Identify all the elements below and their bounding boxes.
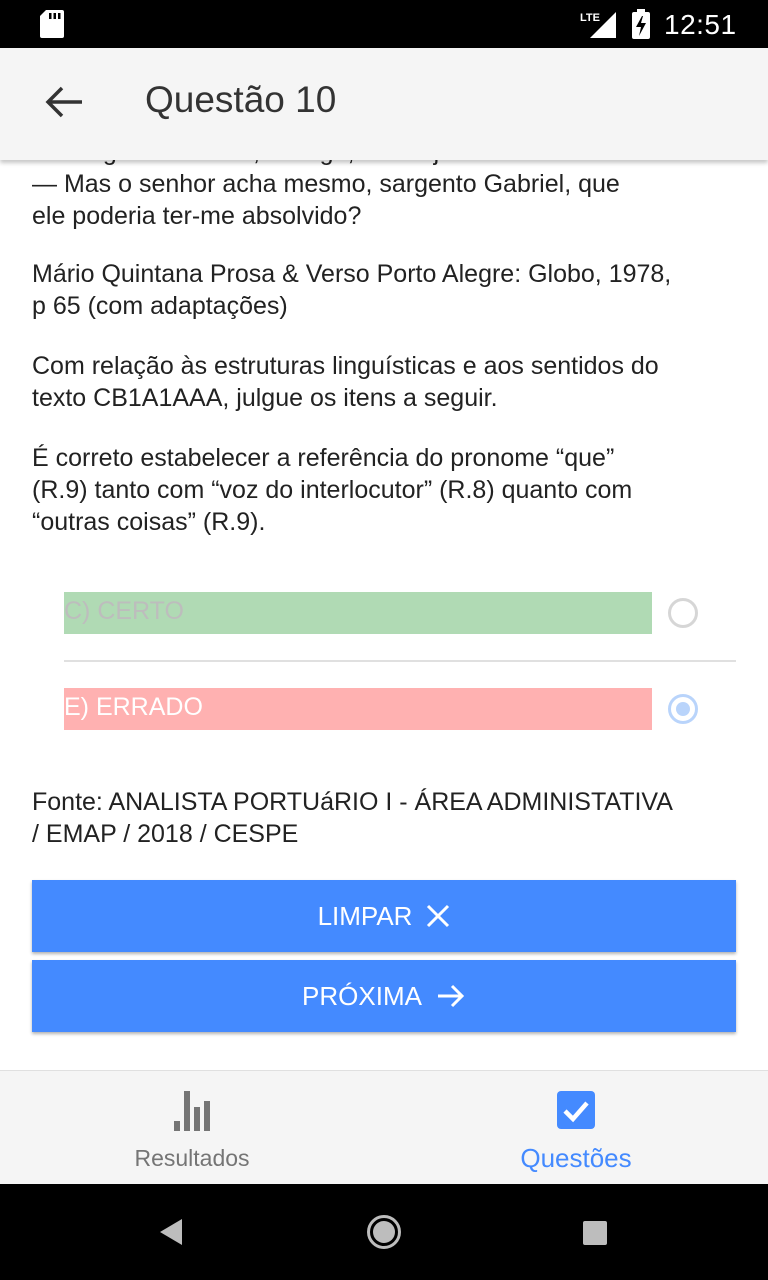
question-source: Fonte: ANALISTA PORTUáRIO I - ÁREA ADMIN…	[32, 788, 673, 848]
next-button-label: PRÓXIMA	[302, 980, 422, 1011]
system-back-icon[interactable]	[158, 1218, 184, 1246]
nav-item-questoes[interactable]: Questões	[384, 1071, 768, 1185]
question-text-dialogue: — Mas o senhor acha mesmo, sargento Gabr…	[32, 170, 620, 230]
option-certo[interactable]: C) CERTO	[64, 568, 736, 664]
svg-text:LTE: LTE	[580, 12, 600, 24]
nav-label-questoes: Questões	[520, 1143, 632, 1173]
option-divider	[64, 660, 736, 662]
radio-unselected-icon[interactable]	[668, 598, 698, 628]
system-navigation-bar	[0, 1184, 768, 1280]
nav-item-resultados[interactable]: Resultados	[0, 1071, 384, 1185]
back-arrow-icon[interactable]	[44, 84, 84, 120]
arrow-right-icon	[437, 984, 465, 1008]
clear-button[interactable]: LIMPAR	[32, 880, 736, 952]
clear-button-label: LIMPAR	[317, 900, 413, 931]
lte-signal-icon: LTE	[580, 12, 616, 38]
option-label[interactable]: C) CERTO	[64, 592, 652, 634]
battery-charging-icon	[632, 9, 650, 39]
question-text-instruction: Com relação às estruturas linguísticas e…	[32, 352, 659, 412]
status-bar: LTE 12:51	[0, 0, 768, 48]
question-text-clipped: — Sargento Gabriel, contigo, assim já	[32, 160, 453, 168]
bottom-navigation: Resultados Questões	[0, 1070, 768, 1185]
clock: 12:51	[664, 9, 737, 40]
question-text-citation: Mário Quintana Prosa & Verso Porto Alegr…	[32, 260, 672, 320]
radio-selected-icon[interactable]	[668, 694, 698, 724]
checkbox-icon	[557, 1091, 595, 1129]
close-icon	[427, 904, 450, 928]
bar-chart-icon	[174, 1091, 210, 1131]
next-button[interactable]: PRÓXIMA	[32, 960, 736, 1032]
system-home-icon[interactable]	[366, 1214, 402, 1250]
option-label[interactable]: E) ERRADO	[64, 688, 652, 730]
question-content: — Sargento Gabriel, contigo, assim já — …	[0, 160, 768, 1070]
question-statement: É correto estabelecer a referência do pr…	[32, 444, 633, 536]
system-recents-icon[interactable]	[582, 1220, 608, 1246]
option-errado[interactable]: E) ERRADO	[64, 664, 736, 760]
sd-card-icon	[40, 10, 64, 38]
page-title: Questão 10	[145, 79, 337, 120]
app-bar: Questão 10	[0, 48, 768, 160]
nav-label-resultados: Resultados	[134, 1145, 250, 1171]
